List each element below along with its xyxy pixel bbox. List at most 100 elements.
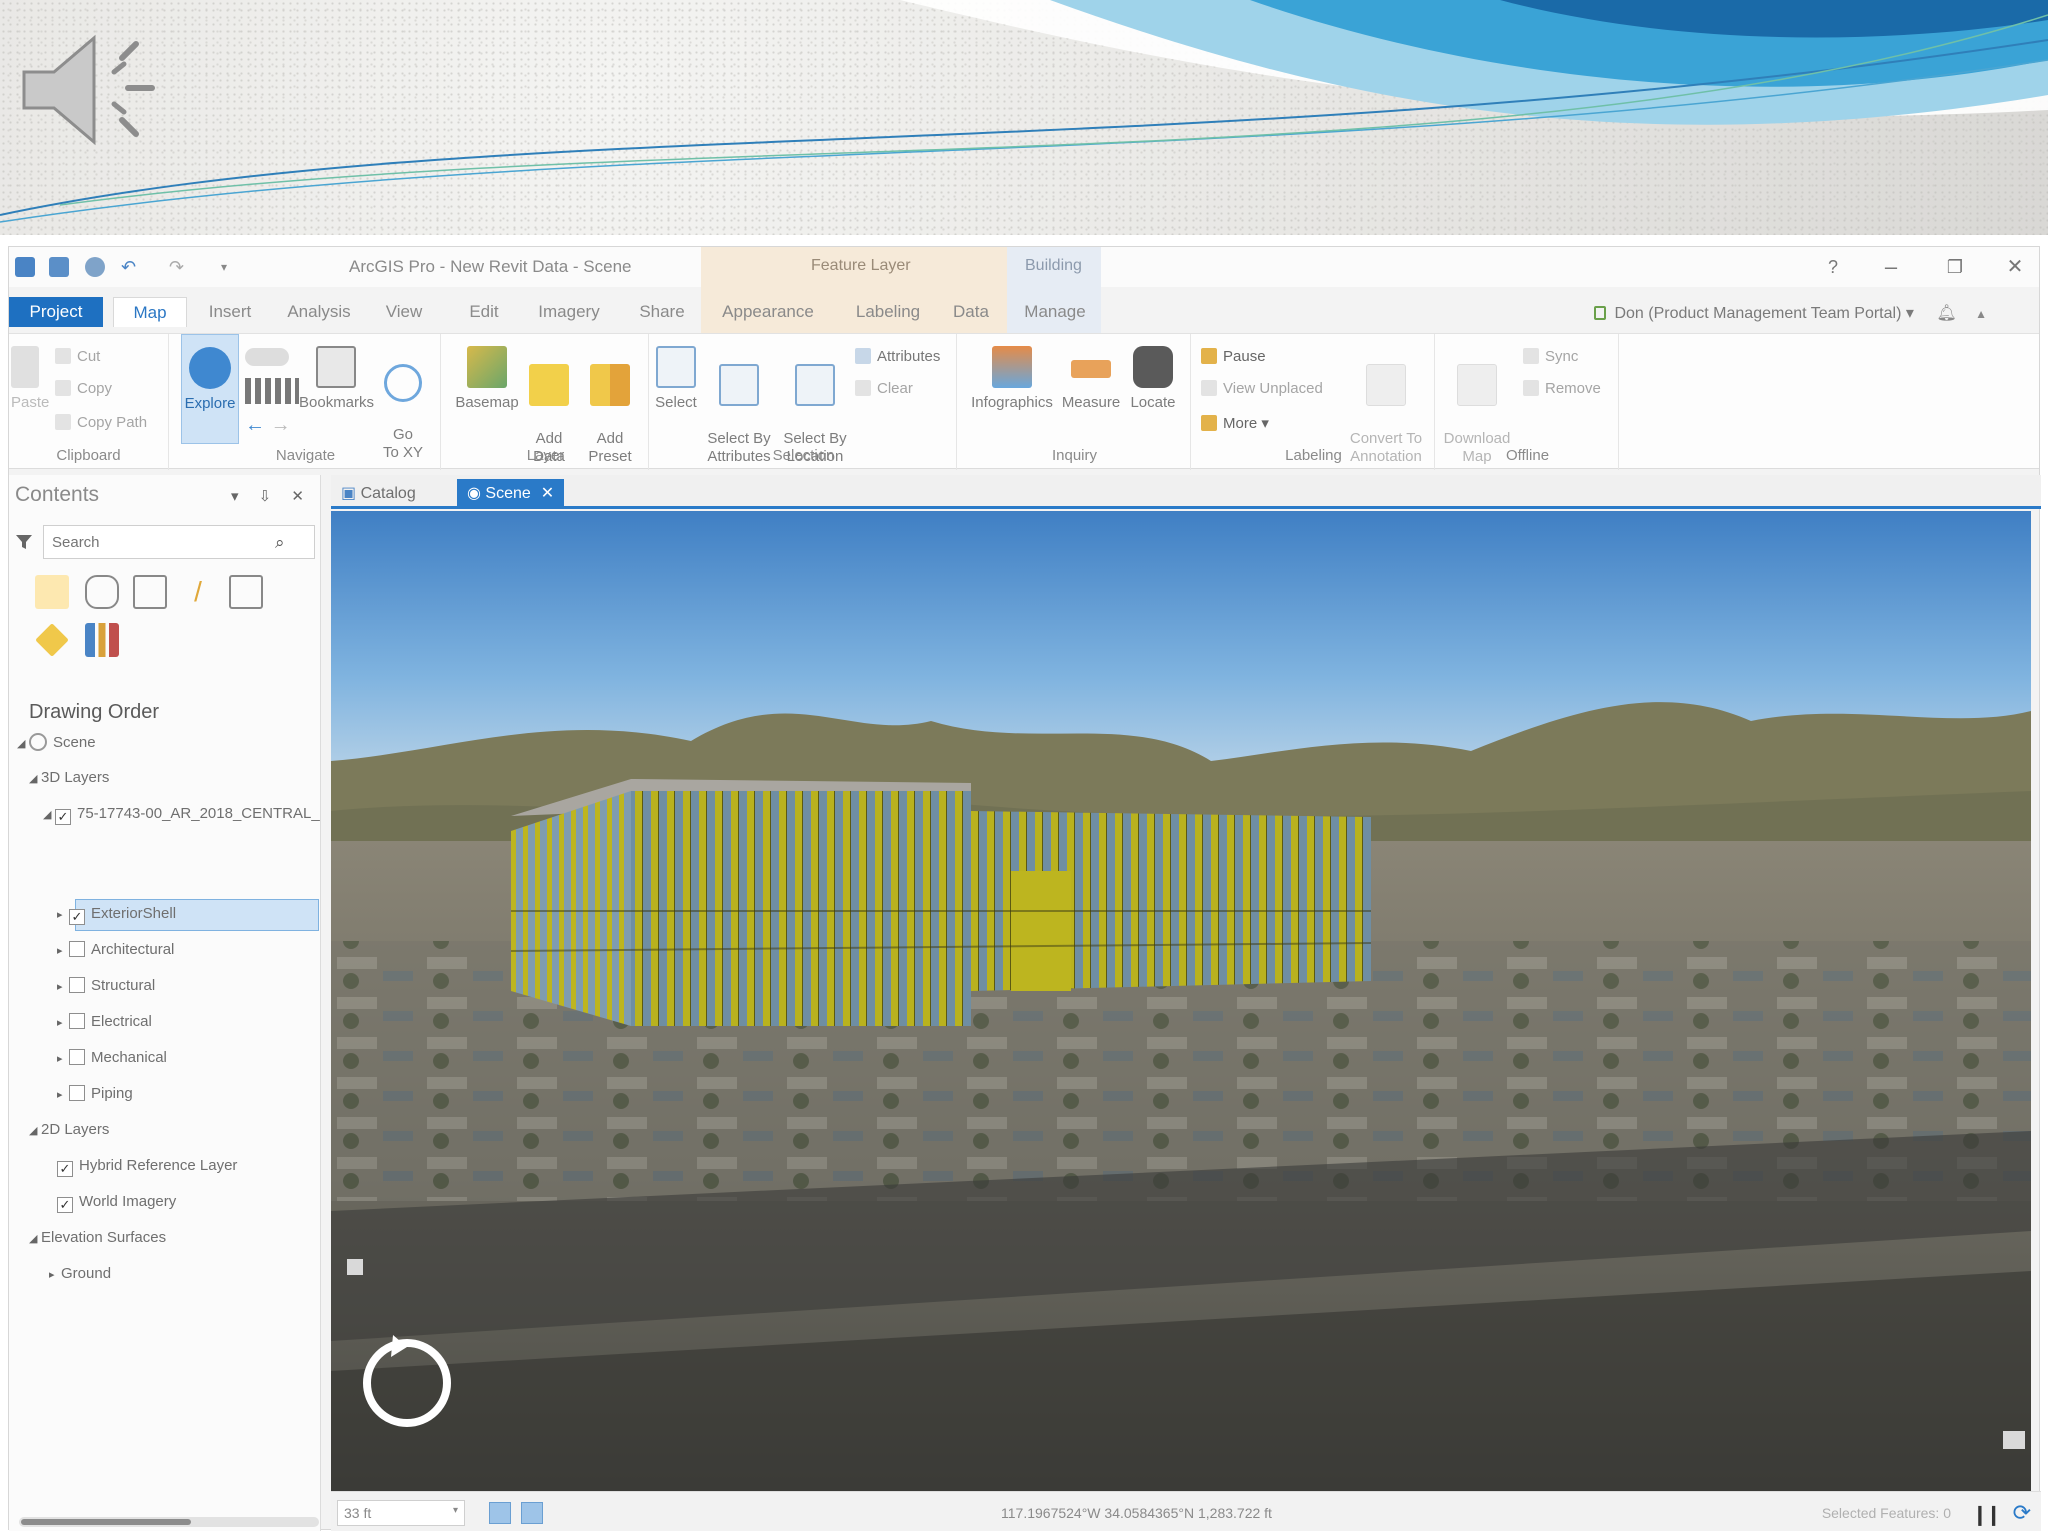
tree-item-elevation-surfaces[interactable]: ◢ Elevation Surfaces [29,1229,166,1246]
tree-item-exterior-shell[interactable]: ▸ ✓ ExteriorShell [57,905,176,925]
model-checkbox[interactable]: ✓ [55,809,71,825]
tab-map[interactable]: Map [113,297,187,327]
customize-toolbar-icon[interactable]: ▾ [221,257,241,277]
new-project-icon[interactable] [15,257,35,277]
select-button[interactable]: Select [651,346,701,412]
tree-item-building-model[interactable]: ◢ ✓ 75-17743-00_AR_2018_CENTRAL_ [43,805,320,825]
sync-button[interactable]: Sync [1523,348,1578,365]
tree-item-electrical[interactable]: ▸ Electrical [57,1013,152,1030]
minimize-button[interactable]: – [1869,251,1913,283]
mechanical-checkbox[interactable] [69,1049,85,1065]
user-account-menu[interactable]: Don (Product Management Team Portal) ▾ 🔔… [1594,303,1987,323]
tab-appearance[interactable]: Appearance [713,297,823,327]
redo-icon[interactable]: ↷ [169,257,189,277]
toggle-navigator-icon[interactable] [347,1259,363,1275]
attributes-button[interactable]: Attributes [855,348,940,365]
tab-project[interactable]: Project [9,297,103,327]
tab-manage[interactable]: Manage [1019,297,1091,327]
collapse-ribbon-icon[interactable]: ▲ [1975,307,1987,321]
architectural-checkbox[interactable] [69,941,85,957]
refresh-icon[interactable]: ⟳ [2013,1500,2031,1526]
scrollbar-thumb[interactable] [21,1519,191,1525]
tab-data[interactable]: Data [947,297,995,327]
save-project-icon[interactable] [85,257,105,277]
close-tab-icon[interactable]: ✕ [541,485,554,502]
tab-insert[interactable]: Insert [199,297,261,327]
list-by-snapping-icon[interactable] [229,575,263,609]
copy-path-button[interactable]: Copy Path [55,414,147,431]
scene-overview-icon[interactable] [2003,1431,2025,1449]
more-labeling-button[interactable]: More ▾ [1201,414,1269,432]
tree-item-3d-layers[interactable]: ◢ 3D Layers [29,769,109,786]
view-unplaced-button[interactable]: View Unplaced [1201,380,1323,397]
pane-controls[interactable]: ▾ ⇩ ✕ [231,487,312,505]
tab-imagery[interactable]: Imagery [529,297,609,327]
clear-selection-button[interactable]: Clear [855,380,913,397]
fixed-zoom-icon[interactable] [245,378,299,404]
open-project-icon[interactable] [49,257,69,277]
measure-button[interactable]: Measure [1059,346,1123,412]
grid-toggle-icon[interactable] [489,1502,511,1524]
lock-icon [1594,306,1607,320]
tree-item-scene[interactable]: ◢ Scene [17,733,96,751]
tree-item-piping[interactable]: ▸ Piping [57,1085,133,1102]
list-by-editing-icon[interactable]: / [181,575,215,609]
structural-checkbox[interactable] [69,977,85,993]
tree-item-2d-layers[interactable]: ◢ 2D Layers [29,1121,109,1138]
tab-view[interactable]: View [379,297,429,327]
filter-icon[interactable] [15,533,33,551]
basemap-button[interactable]: Basemap [453,346,521,412]
undo-icon[interactable]: ↶ [121,257,141,277]
drawing-order-heading: Drawing Order [29,701,160,723]
go-to-xy-button[interactable]: Go To XY [377,346,429,462]
zoom-full-extent-icon[interactable] [245,348,289,366]
context-label-feature-layer: Feature Layer [811,257,911,274]
exterior-shell-checkbox[interactable]: ✓ [69,909,85,925]
tab-share[interactable]: Share [631,297,693,327]
search-icon[interactable]: ⌕ [275,533,285,553]
pause-labeling-button[interactable]: Pause [1201,348,1266,365]
scale-selector[interactable]: 33 ft ▾ [337,1500,465,1526]
pause-drawing-icon[interactable]: ❙❙ [1971,1502,2001,1527]
hybrid-reference-checkbox[interactable]: ✓ [57,1161,73,1177]
tree-item-structural[interactable]: ▸ Structural [57,977,155,994]
speaker-icon[interactable] [18,20,178,180]
paste-button[interactable]: Paste [11,346,49,412]
explore-button[interactable]: Explore [181,334,239,444]
tab-catalog[interactable]: ▣ Catalog [331,479,426,509]
tree-item-architectural[interactable]: ▸ Architectural [57,941,174,958]
scene-view[interactable] [331,511,2031,1491]
list-by-drawing-order-icon[interactable] [35,575,69,609]
previous-extent-icon[interactable]: ← → [245,414,291,437]
infographics-button[interactable]: Infographics [967,346,1057,412]
world-imagery-checkbox[interactable]: ✓ [57,1197,73,1213]
list-by-charts-icon[interactable] [85,623,119,657]
tab-labeling[interactable]: Labeling [841,297,935,327]
tree-item-world-imagery[interactable]: ✓ World Imagery [57,1193,176,1213]
electrical-checkbox[interactable] [69,1013,85,1029]
tree-label-ground: Ground [61,1265,112,1282]
restore-button[interactable]: ❐ [1933,251,1977,283]
list-by-labeling-icon[interactable] [35,623,69,657]
snapping-toggle-icon[interactable] [521,1502,543,1524]
help-button[interactable]: ? [1811,251,1855,283]
tree-item-ground[interactable]: ▸ Ground [49,1265,111,1282]
tab-analysis[interactable]: Analysis [279,297,359,327]
close-button[interactable]: ✕ [1993,251,2037,283]
tree-label-mechanical: Mechanical [91,1049,167,1066]
bookmarks-button[interactable]: Bookmarks [299,346,374,412]
piping-checkbox[interactable] [69,1085,85,1101]
copy-button[interactable]: Copy [55,380,112,397]
tree-item-hybrid-reference[interactable]: ✓ Hybrid Reference Layer [57,1157,237,1177]
list-by-data-source-icon[interactable] [85,575,119,609]
tab-scene[interactable]: ◉ Scene ✕ [457,479,565,509]
tree-item-mechanical[interactable]: ▸ Mechanical [57,1049,167,1066]
ribbon: Paste Cut Copy Copy Path Clipboard Explo… [9,333,2039,470]
tab-edit[interactable]: Edit [461,297,507,327]
list-by-selection-icon[interactable] [133,575,167,609]
notification-bell-icon[interactable]: 🔔︎ [1936,305,1956,322]
ruler-icon [1071,360,1111,378]
remove-button[interactable]: Remove [1523,380,1601,397]
locate-button[interactable]: Locate [1125,346,1181,412]
cut-button[interactable]: Cut [55,348,100,365]
